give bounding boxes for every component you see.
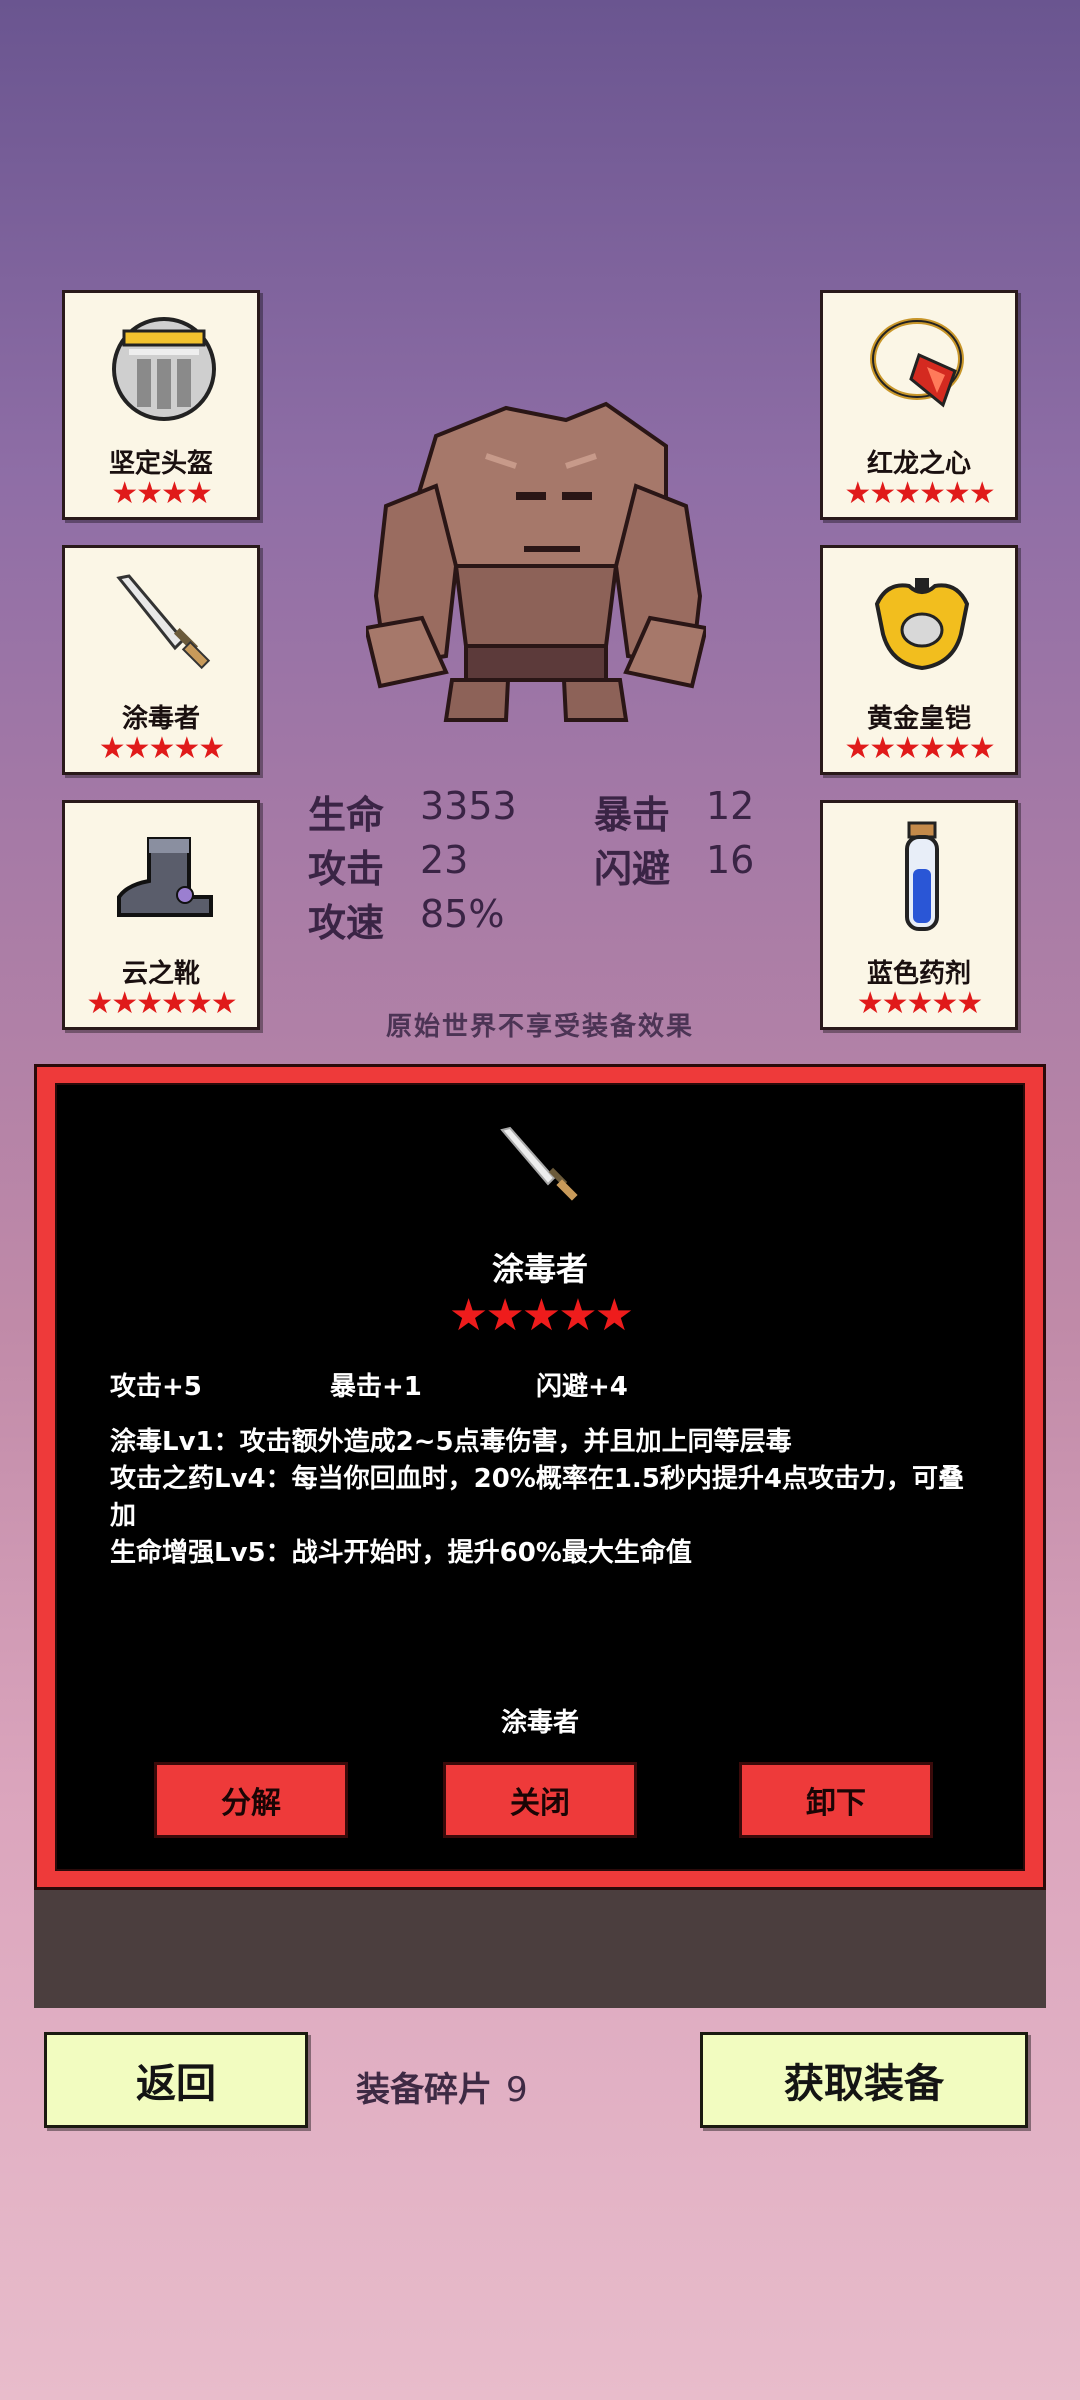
detail-footer-name: 涂毒者 xyxy=(500,1708,579,1738)
star-rating: ★★★★★★ xyxy=(844,731,995,766)
equip-slot-amulet[interactable]: 红龙之心 ★★★★★★ xyxy=(820,290,1018,520)
star-rating: ★★★★★★ xyxy=(844,476,995,511)
equip-name: 坚定头盔 xyxy=(108,449,213,479)
boots-icon xyxy=(117,837,213,917)
stat-value-aspd: 85% xyxy=(420,892,505,936)
equip-slot-dagger[interactable]: 涂毒者 ★★★★★ xyxy=(62,545,260,775)
stat-label-aspd: 攻速 xyxy=(308,901,385,945)
decompose-button[interactable]: 分解 xyxy=(154,1762,348,1838)
equip-name: 蓝色药剂 xyxy=(866,959,971,989)
detail-dagger-icon xyxy=(500,1126,578,1201)
gold-armor-icon xyxy=(874,578,970,671)
dagger-icon xyxy=(116,574,211,670)
stat-label-dodge: 闪避 xyxy=(594,847,671,891)
equip-name: 红龙之心 xyxy=(866,449,971,479)
equip-slot-helmet[interactable]: 坚定头盔 ★★★★ xyxy=(62,290,260,520)
detail-desc-line: 生命增强Lv5：战斗开始时，提升60%最大生命值 xyxy=(110,1538,692,1568)
amulet-icon xyxy=(870,318,964,408)
fragment-value: 9 xyxy=(506,2070,528,2110)
stat-value-atk: 23 xyxy=(420,838,469,882)
equip-slot-gold-armor[interactable]: 黄金皇铠 ★★★★★★ xyxy=(820,545,1018,775)
fragment-label: 装备碎片 xyxy=(356,2070,492,2110)
detail-attr-atk: 攻击+5 xyxy=(110,1372,202,1402)
stat-label-hp: 生命 xyxy=(308,793,385,837)
detail-desc-line: 攻击之药Lv4：每当你回血时，20%概率在1.5秒内提升4点攻击力，可叠加 xyxy=(110,1464,964,1531)
close-button[interactable]: 关闭 xyxy=(443,1762,637,1838)
detail-attr-dodge: 闪避+4 xyxy=(536,1372,628,1402)
stat-label-atk: 攻击 xyxy=(308,847,385,891)
stat-value-dodge: 16 xyxy=(706,838,755,882)
equipment-note: 原始世界不享受装备效果 xyxy=(385,1012,694,1042)
helmet-icon xyxy=(112,317,216,421)
get-equipment-button[interactable]: 获取装备 xyxy=(700,2032,1028,2128)
detail-desc-line: 涂毒Lv1：攻击额外造成2~5点毒伤害，并且加上同等层毒 xyxy=(110,1427,792,1457)
detail-item-name: 涂毒者 xyxy=(491,1250,588,1288)
unequip-button[interactable]: 卸下 xyxy=(739,1762,933,1838)
detail-star-rating: ★★★★★ xyxy=(448,1290,634,1341)
panel-shadow xyxy=(34,1888,1046,2008)
rock-golem-icon xyxy=(366,401,706,722)
equip-name: 云之靴 xyxy=(121,959,200,989)
equip-slot-boots[interactable]: 云之靴 ★★★★★★ xyxy=(62,800,260,1030)
potion-icon xyxy=(905,821,939,931)
star-rating: ★★★★ xyxy=(111,476,213,511)
equip-name: 涂毒者 xyxy=(121,704,200,734)
back-button[interactable]: 返回 xyxy=(44,2032,308,2128)
detail-attr-crit: 暴击+1 xyxy=(330,1372,422,1402)
fragment-count: 装备碎片 9 xyxy=(356,2062,528,2111)
star-rating: ★★★★★ xyxy=(98,731,225,766)
equip-slot-potion[interactable]: 蓝色药剂 ★★★★★ xyxy=(820,800,1018,1030)
detail-description: 涂毒Lv1：攻击额外造成2~5点毒伤害，并且加上同等层毒 攻击之药Lv4：每当你… xyxy=(110,1424,980,1572)
stat-value-crit: 12 xyxy=(706,784,755,828)
stat-value-hp: 3353 xyxy=(420,784,517,828)
equip-name: 黄金皇铠 xyxy=(866,704,971,734)
stat-label-crit: 暴击 xyxy=(594,793,671,837)
